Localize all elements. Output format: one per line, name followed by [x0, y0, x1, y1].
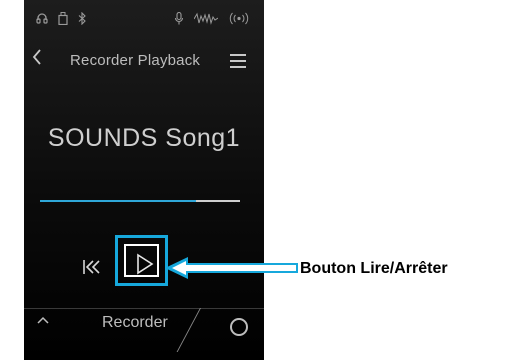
- callout-label: Bouton Lire/Arrêter: [300, 260, 448, 277]
- callout-arrow: [165, 257, 298, 279]
